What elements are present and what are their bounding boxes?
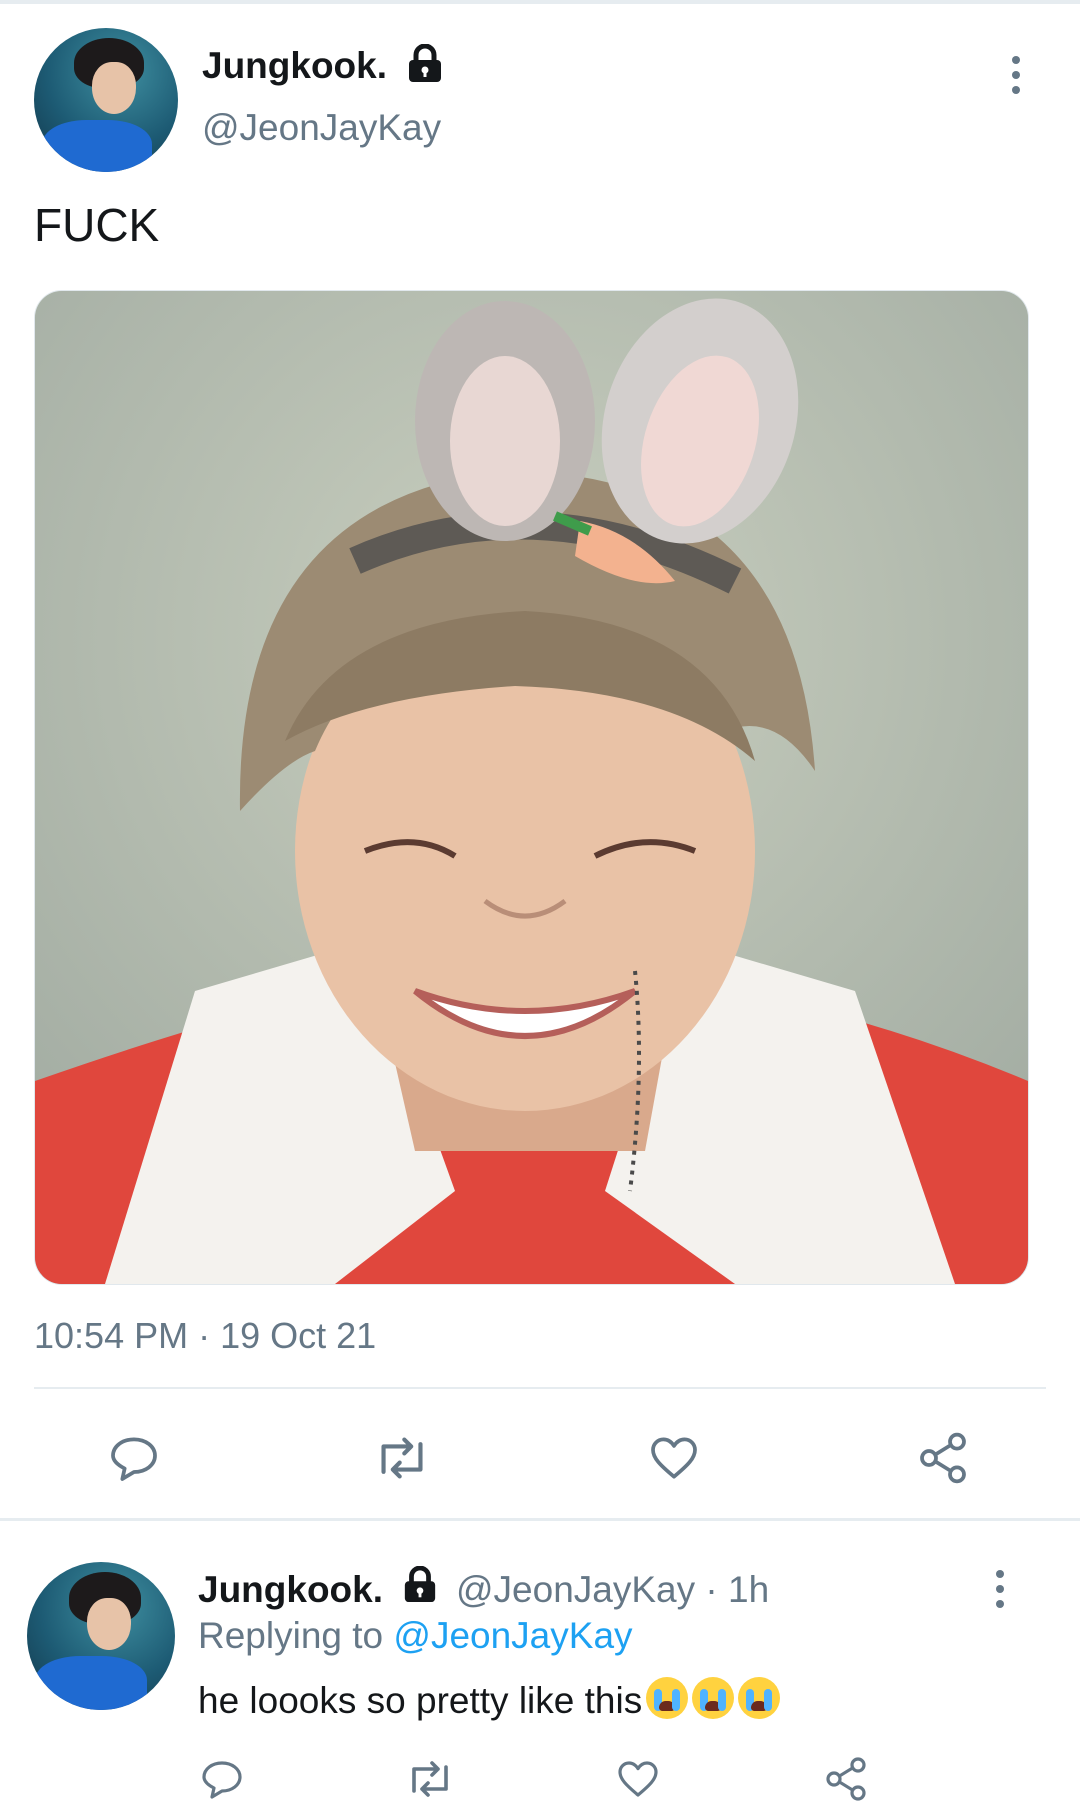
reply-button[interactable] — [198, 1755, 246, 1803]
reply-author-name[interactable]: Jungkook. — [198, 1569, 383, 1611]
top-divider — [0, 0, 1080, 4]
more-vertical-icon[interactable] — [1006, 56, 1026, 101]
heart-icon — [651, 1437, 697, 1479]
lock-icon — [409, 44, 441, 82]
author-name[interactable]: Jungkook. — [202, 45, 387, 87]
tweet-timestamp: 10:54 PM · 19 Oct 21 — [34, 1315, 377, 1356]
replying-handle-link[interactable]: @JeonJayKay — [393, 1615, 632, 1656]
share-button[interactable] — [915, 1430, 971, 1486]
author-handle[interactable]: @JeonJayKay — [202, 107, 441, 149]
author-avatar[interactable] — [34, 28, 178, 172]
emoji-group — [642, 1677, 781, 1728]
tweet-photo[interactable] — [34, 290, 1029, 1285]
reply-text-line: he loooks so pretty like this — [198, 1677, 781, 1728]
crying-face-emoji-icon — [646, 1677, 689, 1719]
retweet-icon — [381, 1437, 423, 1479]
like-button[interactable] — [645, 1430, 703, 1486]
lock-icon — [404, 1566, 436, 1603]
crying-face-emoji-icon — [692, 1677, 735, 1719]
share-icon — [920, 1432, 966, 1484]
tweet-separator — [0, 1518, 1080, 1521]
reply-author-avatar[interactable] — [27, 1562, 175, 1710]
retweet-icon — [412, 1761, 448, 1797]
like-button[interactable] — [613, 1755, 663, 1803]
tweet-text: FUCK — [34, 199, 160, 251]
retweet-button[interactable] — [372, 1430, 432, 1486]
replying-prefix: Replying to — [198, 1615, 384, 1656]
share-button[interactable] — [822, 1755, 870, 1803]
timestamp-divider — [34, 1387, 1046, 1389]
reply-handle-time[interactable]: @JeonJayKay · 1h — [456, 1569, 769, 1611]
reply-icon — [202, 1761, 242, 1799]
retweet-button[interactable] — [404, 1755, 456, 1803]
reply-text: he loooks so pretty like this — [198, 1680, 643, 1721]
photo-illustration — [35, 291, 1028, 1284]
crying-face-emoji-icon — [738, 1677, 781, 1719]
replying-to: Replying to @JeonJayKay — [198, 1615, 633, 1657]
share-icon — [826, 1757, 866, 1801]
reply-button[interactable] — [106, 1430, 162, 1486]
more-vertical-icon[interactable] — [990, 1570, 1010, 1615]
reply-icon — [111, 1437, 157, 1481]
heart-icon — [618, 1761, 658, 1797]
